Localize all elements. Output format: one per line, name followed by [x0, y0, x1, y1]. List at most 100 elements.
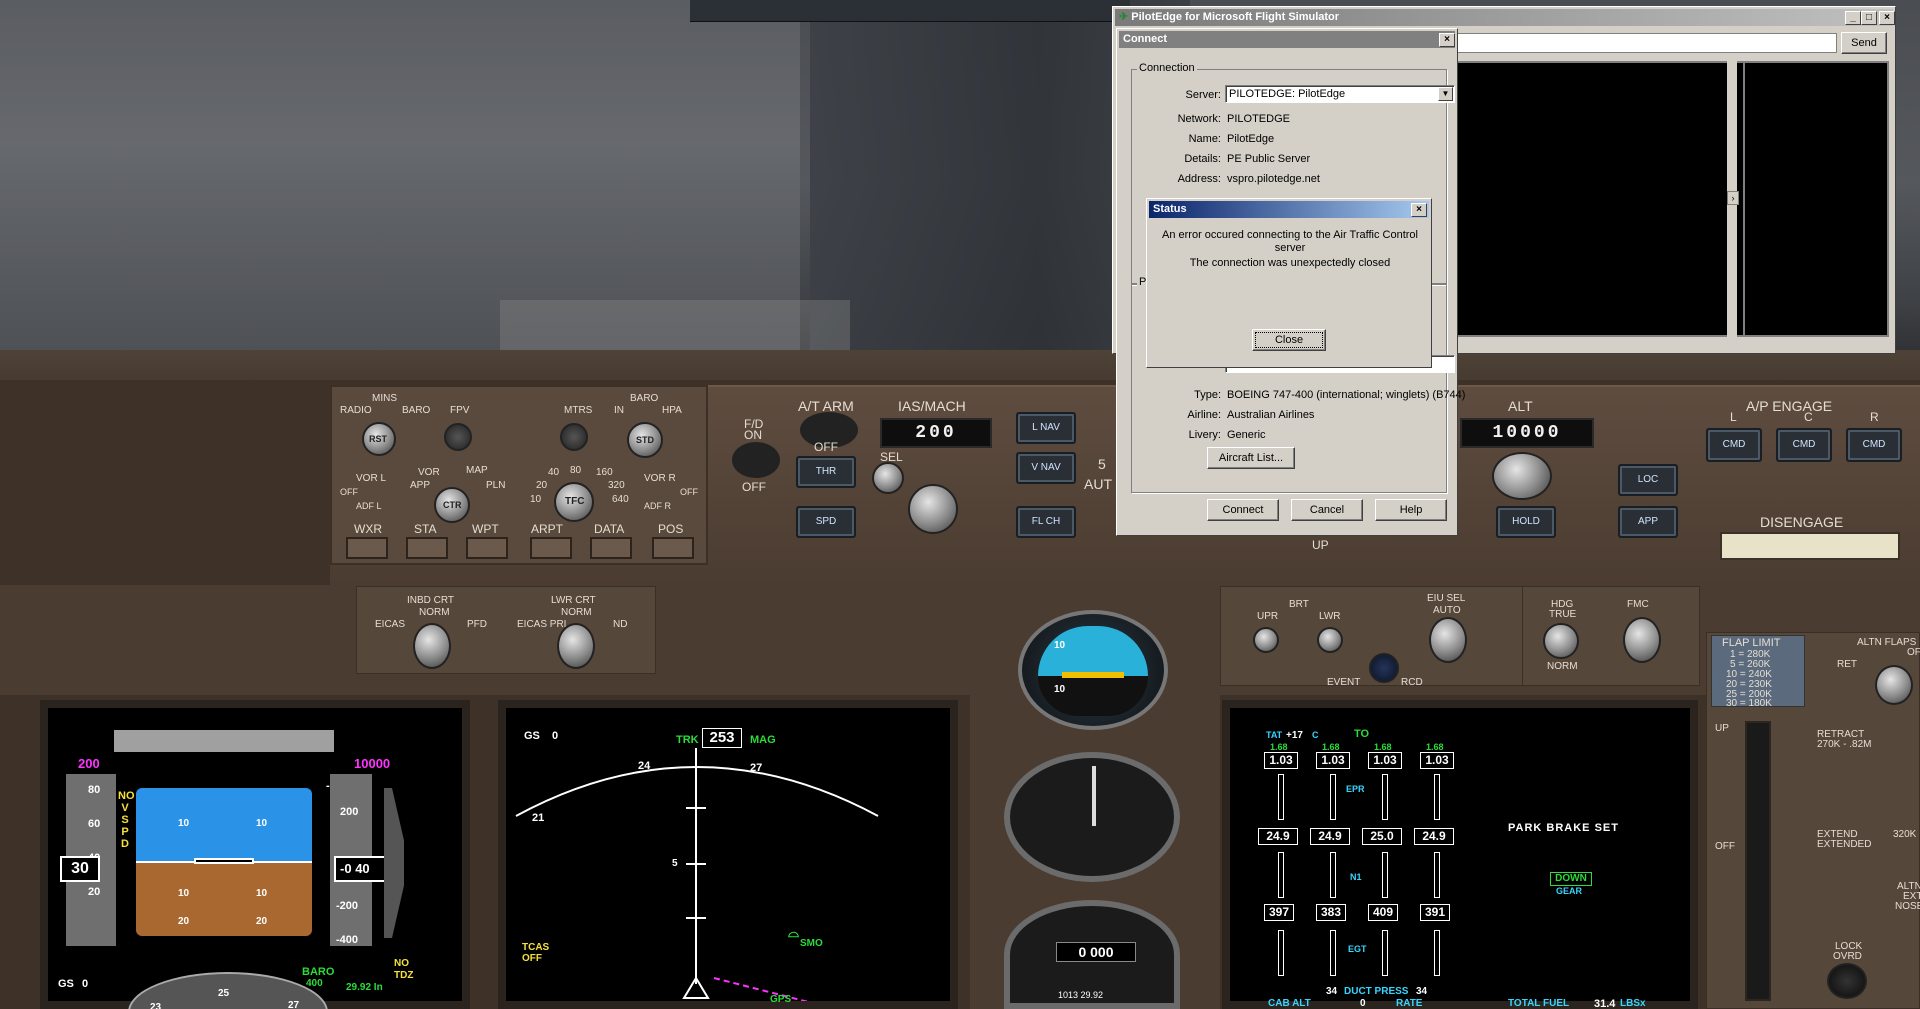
- flch-button[interactable]: FL CH: [1016, 506, 1076, 538]
- sel-button[interactable]: [872, 462, 904, 494]
- pos-button[interactable]: [652, 537, 694, 559]
- epr-target-4: 1.68: [1426, 742, 1444, 752]
- alt-tick-minus200: -200: [336, 900, 359, 912]
- connect-titlebar[interactable]: Connect: [1119, 31, 1455, 48]
- pos-label: POS: [658, 522, 684, 536]
- connection-group-title: Connection: [1137, 62, 1197, 74]
- spd-button[interactable]: SPD: [796, 506, 856, 538]
- help-button[interactable]: Help: [1375, 499, 1447, 521]
- top-strip: [690, 0, 1130, 22]
- gear-down-indicator: DOWN: [1550, 872, 1592, 886]
- thr-button[interactable]: THR: [796, 456, 856, 488]
- vnav-button[interactable]: V NAV: [1016, 452, 1076, 484]
- fmc-selector-knob[interactable]: [1623, 617, 1661, 663]
- range-selector-knob[interactable]: TFC: [554, 482, 594, 522]
- upr-brt-knob[interactable]: [1253, 627, 1279, 653]
- standby-aircraft-symbol: [1062, 672, 1124, 678]
- disengage-bar[interactable]: [1720, 532, 1900, 560]
- alt-readout-tail: 40: [355, 861, 370, 876]
- connect-close-button[interactable]: ×: [1439, 33, 1455, 47]
- message-input[interactable]: [1393, 33, 1837, 53]
- alt-knob[interactable]: [1492, 452, 1552, 500]
- pitch-minus10-left: 10: [178, 888, 190, 899]
- n1-bar-2: [1330, 852, 1336, 898]
- wxr-button[interactable]: [346, 537, 388, 559]
- lnav-button[interactable]: L NAV: [1016, 412, 1076, 444]
- in-label: IN: [614, 405, 624, 416]
- duct-press-left: 34: [1326, 986, 1338, 997]
- lock-ovrd-button[interactable]: [1827, 963, 1867, 999]
- lwr-crt-knob[interactable]: [557, 623, 595, 669]
- attitude-sky: [136, 788, 312, 862]
- fd-switch[interactable]: [732, 442, 780, 478]
- chevron-down-icon[interactable]: ▼: [1438, 87, 1453, 101]
- speed-tick-20: 20: [88, 886, 101, 898]
- standby-alt-counter: 0 000: [1056, 942, 1136, 962]
- server-select[interactable]: PILOTEDGE: PilotEdge ▼: [1225, 85, 1455, 103]
- off-right-label: OFF: [680, 487, 698, 497]
- off-left-label: OFF: [340, 487, 358, 497]
- mins-knob[interactable]: RST: [362, 422, 396, 456]
- loc-button[interactable]: LOC: [1618, 464, 1678, 496]
- pitch-minus20-right: 20: [256, 916, 268, 927]
- no-vspd-p: P: [121, 826, 129, 838]
- cmd-l-button[interactable]: CMD: [1706, 428, 1762, 462]
- lwr-brt-knob[interactable]: [1317, 627, 1343, 653]
- efis-control-panel: MINS RADIO BARO FPV MTRS BARO IN HPA RST…: [330, 385, 708, 565]
- event-record-button[interactable]: [1369, 653, 1399, 683]
- baro-knob[interactable]: STD: [627, 422, 663, 458]
- aircraft-list-button[interactable]: Aircraft List...: [1207, 447, 1295, 469]
- egt-3: 409: [1368, 904, 1398, 921]
- nd-hdg-24: 24: [638, 760, 651, 772]
- arpt-button[interactable]: [530, 537, 572, 559]
- connect-button[interactable]: Connect: [1207, 499, 1279, 521]
- maximize-button[interactable]: □: [1861, 11, 1877, 25]
- fpv-button[interactable]: [444, 423, 472, 451]
- hdg-ref-switch[interactable]: [1543, 623, 1579, 659]
- eiu-sel-knob[interactable]: [1429, 617, 1467, 663]
- sta-button[interactable]: [406, 537, 448, 559]
- close-window-button[interactable]: ×: [1879, 11, 1895, 25]
- ovrd-label: OVRD: [1833, 951, 1862, 962]
- app-button[interactable]: APP: [1618, 506, 1678, 538]
- send-button[interactable]: Send: [1841, 32, 1887, 54]
- n1-3: 25.0: [1362, 828, 1402, 845]
- pilotedge-titlebar[interactable]: ✈ PilotEdge for Microsoft Flight Simulat…: [1115, 9, 1893, 26]
- hold-button[interactable]: HOLD: [1496, 506, 1556, 538]
- inbd-crt-knob[interactable]: [413, 623, 451, 669]
- tcas-off-label: OFF: [522, 953, 542, 964]
- no-vspd-n: NO: [118, 790, 135, 802]
- status-close-x-button[interactable]: ×: [1411, 203, 1427, 217]
- arpt-label: ARPT: [531, 522, 564, 536]
- airline-label: Airline:: [1187, 409, 1221, 421]
- nd-hdg-27: 27: [750, 762, 763, 774]
- speed-readout: 30: [60, 856, 100, 882]
- hdg-ref-panel: HDG TRUE NORM FMC: [1522, 586, 1700, 686]
- network-label: Network:: [1177, 113, 1221, 125]
- epr-target-2: 1.68: [1322, 742, 1340, 752]
- wpt-button[interactable]: [466, 537, 508, 559]
- flap-lever-track[interactable]: [1745, 721, 1771, 1001]
- ias-mach-label: IAS/MACH: [898, 398, 966, 414]
- vor-r-label: VOR R: [644, 473, 676, 484]
- minimize-button[interactable]: _: [1845, 11, 1861, 25]
- status-titlebar[interactable]: Status: [1149, 201, 1429, 218]
- brt-label: BRT: [1289, 599, 1309, 610]
- details-value: PE Public Server: [1227, 153, 1311, 165]
- ias-knob[interactable]: [908, 484, 958, 534]
- altn-flaps-knob[interactable]: [1875, 665, 1913, 705]
- sta-label: STA: [414, 522, 437, 536]
- data-button[interactable]: [590, 537, 632, 559]
- total-fuel-unit: LBSx: [1620, 998, 1646, 1009]
- mode-selector-knob[interactable]: CTR: [434, 487, 470, 523]
- n1-bar-1: [1278, 852, 1284, 898]
- pln-mode-label: PLN: [486, 480, 506, 491]
- cmd-c-button[interactable]: CMD: [1776, 428, 1832, 462]
- status-close-button[interactable]: Close: [1252, 329, 1326, 351]
- mtrs-button[interactable]: [560, 423, 588, 451]
- cmd-r-button[interactable]: CMD: [1846, 428, 1902, 462]
- cancel-button[interactable]: Cancel: [1291, 499, 1363, 521]
- map-mode-label: MAP: [466, 465, 488, 476]
- expand-arrow-icon[interactable]: ›: [1727, 191, 1739, 205]
- desktop: MINS RADIO BARO FPV MTRS BARO IN HPA RST…: [0, 0, 1920, 1009]
